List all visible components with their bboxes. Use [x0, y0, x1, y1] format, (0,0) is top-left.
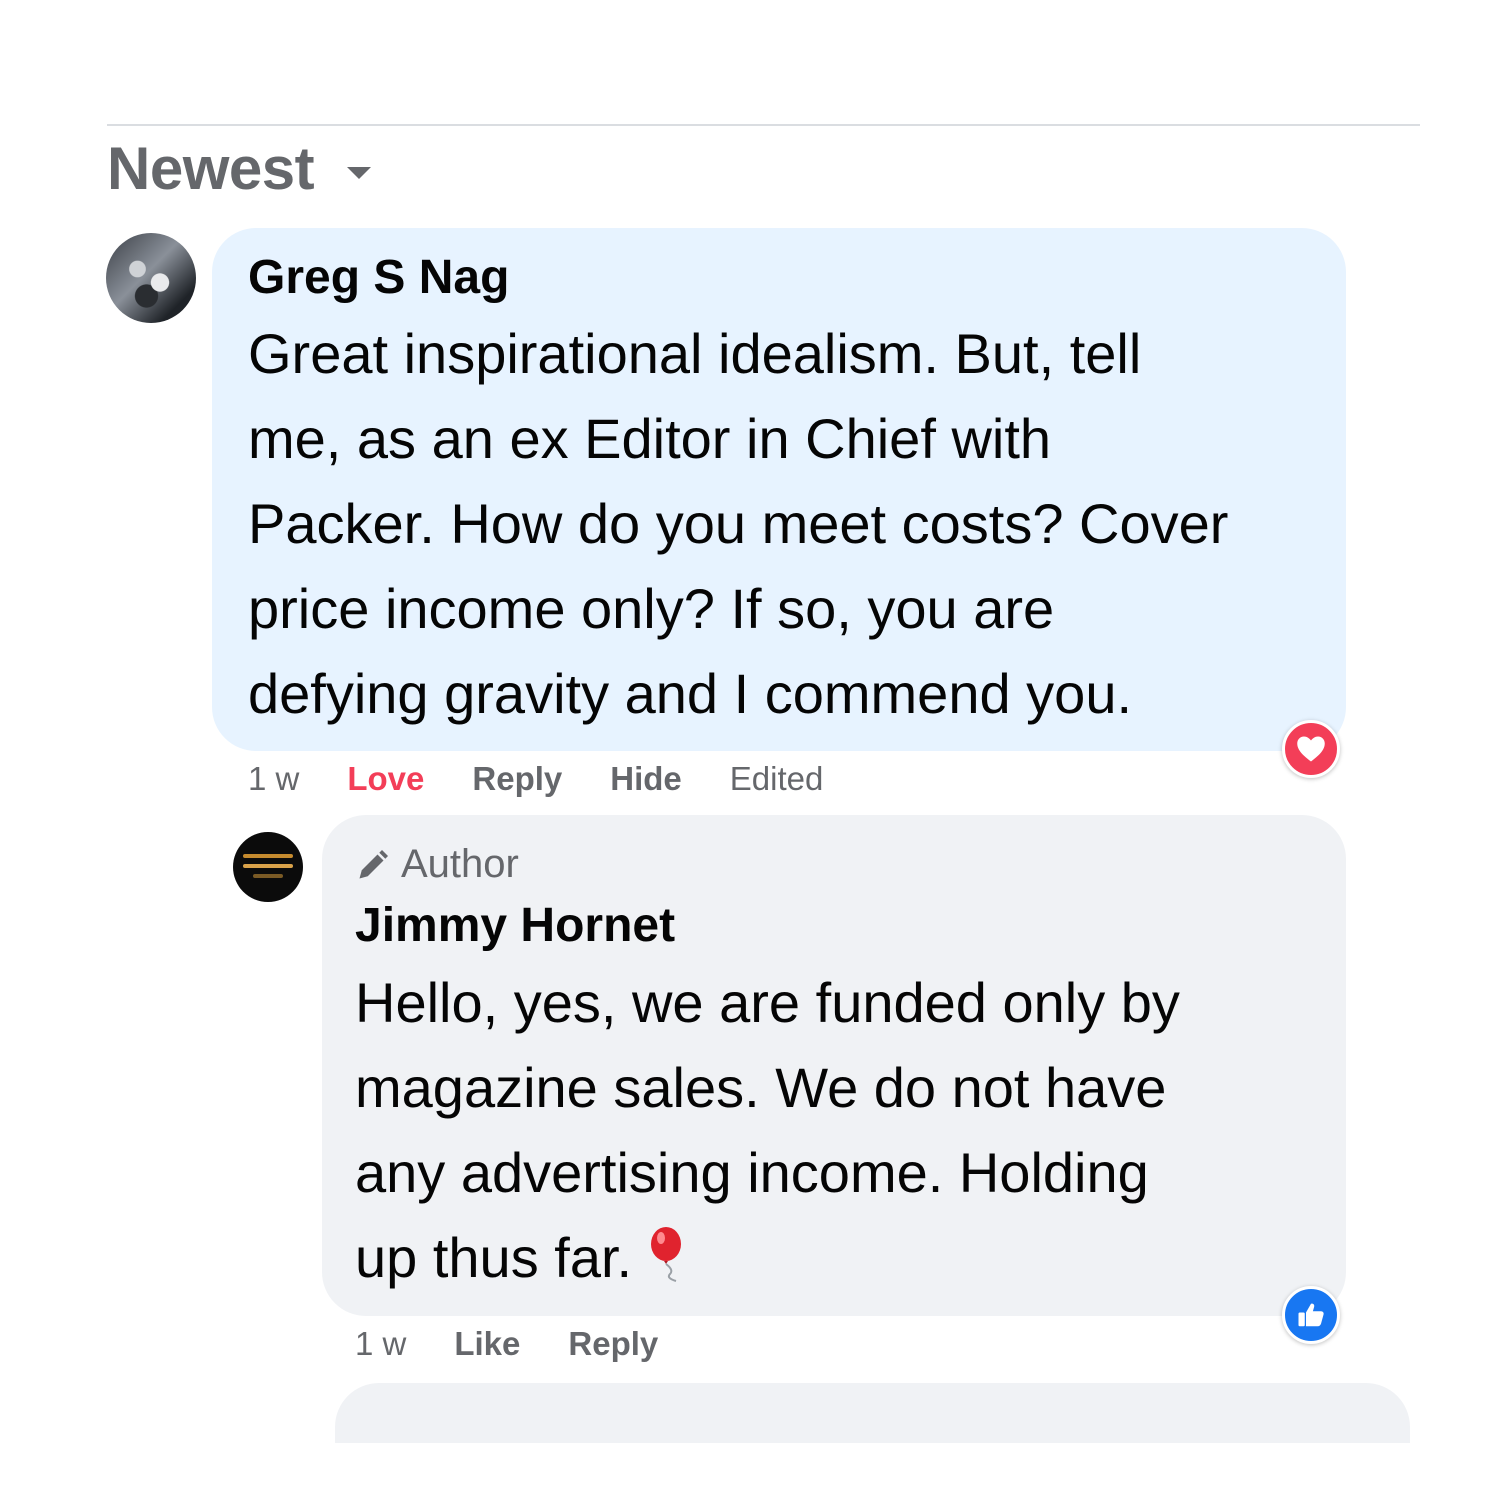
author-badge: Author	[355, 842, 519, 887]
chevron-down-icon	[347, 166, 372, 179]
reply-line: up thus far.	[355, 1226, 633, 1289]
section-divider	[107, 124, 1420, 126]
comment-timestamp[interactable]: 1 w	[248, 760, 299, 798]
sort-label: Newest	[107, 135, 315, 202]
avatar-jimmy-hornet[interactable]	[233, 832, 303, 902]
reply-timestamp[interactable]: 1 w	[355, 1325, 406, 1363]
balloon-icon	[646, 1220, 692, 1305]
hide-button[interactable]: Hide	[610, 760, 682, 798]
avatar-greg[interactable]	[106, 233, 196, 323]
comment-line: Great inspirational idealism. But, tell	[248, 322, 1142, 385]
sort-dropdown[interactable]: Newest	[107, 134, 372, 203]
reply-line: any advertising income. Holding	[355, 1141, 1149, 1204]
comment-line: me, as an ex Editor in Chief with	[248, 407, 1052, 470]
thumbs-up-icon	[1298, 1303, 1324, 1327]
like-button[interactable]: Like	[454, 1325, 520, 1363]
comment-actions: 1 w Love Reply Hide Edited	[248, 760, 871, 798]
reply-button[interactable]: Reply	[568, 1325, 658, 1363]
like-reaction-badge[interactable]	[1282, 1286, 1340, 1344]
reply-line: magazine sales. We do not have	[355, 1056, 1167, 1119]
comment-author[interactable]: Greg S Nag	[248, 250, 509, 305]
reply-button[interactable]: Reply	[472, 760, 562, 798]
heart-icon	[1297, 736, 1325, 762]
comment-line: Packer. How do you meet costs? Cover	[248, 492, 1229, 555]
comment-line: price income only? If so, you are	[248, 577, 1055, 640]
reply-line-last: up thus far.	[355, 1215, 1180, 1305]
next-comment-bubble	[335, 1383, 1410, 1443]
love-button[interactable]: Love	[347, 760, 424, 798]
comment-text: Great inspirational idealism. But, tell …	[248, 311, 1228, 736]
love-reaction-badge[interactable]	[1282, 720, 1340, 778]
comment-line: defying gravity and I commend you.	[248, 662, 1133, 725]
reply-author[interactable]: Jimmy Hornet	[355, 898, 675, 953]
pen-icon	[359, 849, 388, 878]
reply-actions: 1 w Like Reply	[355, 1325, 706, 1363]
reply-line: Hello, yes, we are funded only by	[355, 971, 1180, 1034]
edited-label[interactable]: Edited	[730, 760, 824, 798]
reply-text: Hello, yes, we are funded only by magazi…	[355, 960, 1180, 1305]
author-badge-label: Author	[401, 842, 519, 886]
